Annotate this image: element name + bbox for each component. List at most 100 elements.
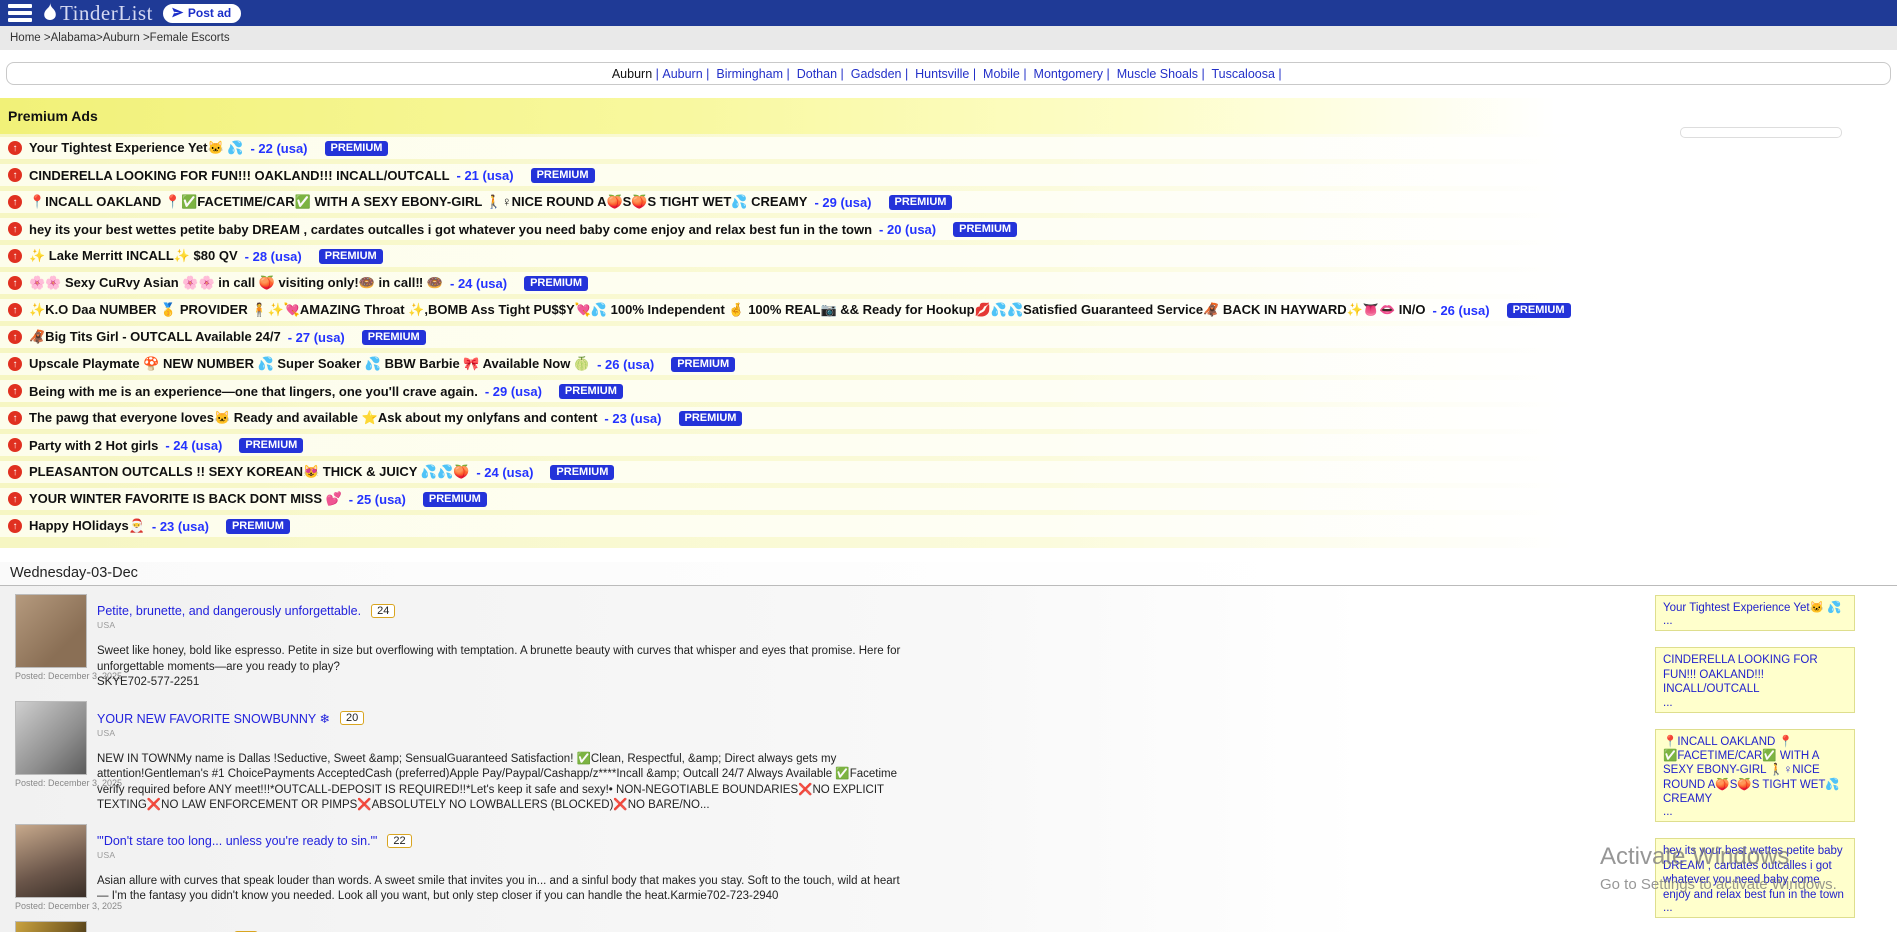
- premium-badge: PREMIUM: [319, 249, 383, 264]
- listing-description: Asian allure with curves that speak loud…: [97, 874, 907, 905]
- premium-ad-age: - 24 (usa): [165, 438, 222, 453]
- premium-ad-title[interactable]: Happy HOlidays🎅: [29, 518, 145, 534]
- sidebar-ad-box[interactable]: Your Tightest Experience Yet🐱 💦 ...: [1655, 595, 1855, 631]
- empty-input-box[interactable]: [1680, 127, 1842, 138]
- sidebar-ad-truncation: ...: [1663, 615, 1847, 627]
- premium-ad-row[interactable]: ↑ 🌸🌸 Sexy CuRvy Asian 🌸🌸 in call 🍑 visit…: [0, 272, 1897, 294]
- premium-badge: PREMIUM: [226, 519, 290, 534]
- up-arrow-icon: ↑: [8, 141, 22, 155]
- premium-ad-row[interactable]: ↑ CINDERELLA LOOKING FOR FUN!!! OAKLAND!…: [0, 164, 1897, 186]
- premium-ad-title[interactable]: PLEASANTON OUTCALLS !! SEXY KOREAN😻 THIC…: [29, 464, 469, 480]
- up-arrow-icon: ↑: [8, 492, 22, 506]
- city-link[interactable]: Dothan: [797, 67, 837, 81]
- city-current: Auburn: [612, 67, 652, 81]
- premium-ad-row[interactable]: ↑ Party with 2 Hot girls - 24 (usa) PREM…: [0, 434, 1897, 456]
- hamburger-menu-icon[interactable]: [8, 4, 32, 22]
- sidebar-ad-box[interactable]: CINDERELLA LOOKING FOR FUN!!! OAKLAND!!!…: [1655, 647, 1855, 712]
- listing-phone: SKYE702-577-2251: [97, 675, 907, 691]
- premium-ad-row[interactable]: ↑ Being with me is an experience—one tha…: [0, 380, 1897, 402]
- city-separator: |: [652, 67, 662, 81]
- premium-ad-row[interactable]: ↑ 🦧Big Tits Girl - OUTCALL Available 24/…: [0, 326, 1897, 348]
- premium-badge: PREMIUM: [362, 330, 426, 345]
- city-link[interactable]: Gadsden: [851, 67, 902, 81]
- premium-ad-row[interactable]: ↑ Upscale Playmate 🍄 NEW NUMBER 💦 Super …: [0, 353, 1897, 375]
- listing-title-link[interactable]: YOUR NEW FAVORITE SNOWBUNNY ❄: [97, 711, 330, 726]
- listing-country: USA: [97, 728, 907, 738]
- premium-ad-title[interactable]: Being with me is an experience—one that …: [29, 384, 478, 399]
- premium-ad-row[interactable]: ↑ hey its your best wettes petite baby D…: [0, 218, 1897, 240]
- sidebar-ad-truncation: ...: [1663, 902, 1847, 914]
- premium-ad-row[interactable]: ↑ 📍INCALL OAKLAND 📍✅FACETIME/CAR✅ WITH A…: [0, 191, 1897, 213]
- premium-badge: PREMIUM: [524, 276, 588, 291]
- premium-ad-title[interactable]: The pawg that everyone loves🐱 Ready and …: [29, 410, 597, 426]
- city-link[interactable]: Tuscaloosa: [1211, 67, 1274, 81]
- paper-plane-icon: [171, 6, 184, 19]
- premium-ad-title[interactable]: hey its your best wettes petite baby DRE…: [29, 222, 872, 237]
- listings-list: Posted: December 3, 2025 Petite, brunett…: [0, 594, 1897, 932]
- up-arrow-icon: ↑: [8, 168, 22, 182]
- listing-description: NEW IN TOWNMy name is Dallas !Seductive,…: [97, 752, 907, 814]
- sidebar-ad-title[interactable]: 📍INCALL OAKLAND 📍✅FACETIME/CAR✅ WITH A S…: [1663, 735, 1847, 807]
- city-link[interactable]: Auburn: [662, 67, 702, 81]
- premium-ad-title[interactable]: 🦧Big Tits Girl - OUTCALL Available 24/7: [29, 329, 281, 345]
- listing-age-badge: 20: [340, 711, 364, 725]
- premium-ad-title[interactable]: Upscale Playmate 🍄 NEW NUMBER 💦 Super So…: [29, 356, 590, 372]
- up-arrow-icon: ↑: [8, 276, 22, 290]
- premium-ad-row[interactable]: ↑ YOUR WINTER FAVORITE IS BACK DONT MISS…: [0, 488, 1897, 510]
- listing-item[interactable]: Posted: December 3, 2025 "'Don't stare t…: [0, 824, 1897, 911]
- premium-ad-title[interactable]: 📍INCALL OAKLAND 📍✅FACETIME/CAR✅ WITH A S…: [29, 194, 807, 210]
- sidebar-ad-box[interactable]: 📍INCALL OAKLAND 📍✅FACETIME/CAR✅ WITH A S…: [1655, 729, 1855, 823]
- listing-title-link[interactable]: "'Don't stare too long... unless you're …: [97, 834, 377, 848]
- up-arrow-icon: ↑: [8, 465, 22, 479]
- city-link[interactable]: Mobile: [983, 67, 1020, 81]
- premium-ad-title[interactable]: Party with 2 Hot girls: [29, 438, 158, 453]
- premium-ad-age: - 23 (usa): [152, 519, 209, 534]
- premium-ad-age: - 29 (usa): [814, 195, 871, 210]
- city-separator: |: [969, 67, 979, 81]
- listing-thumbnail[interactable]: [15, 701, 87, 775]
- city-separator: |: [1198, 67, 1208, 81]
- sidebar-ad-title[interactable]: Your Tightest Experience Yet🐱 💦: [1663, 601, 1847, 615]
- city-link[interactable]: Montgomery: [1034, 67, 1103, 81]
- premium-ad-title[interactable]: ✨ Lake Merritt INCALL✨ $80 QV: [29, 248, 238, 264]
- premium-ads-list: ↑ Your Tightest Experience Yet🐱 💦 - 22 (…: [0, 134, 1897, 548]
- premium-badge: PREMIUM: [325, 141, 389, 156]
- premium-ad-title[interactable]: Your Tightest Experience Yet🐱 💦: [29, 140, 243, 156]
- premium-badge: PREMIUM: [531, 168, 595, 183]
- premium-ad-row[interactable]: ↑ Happy HOlidays🎅 - 23 (usa) PREMIUM: [0, 515, 1897, 537]
- breadcrumb[interactable]: Home >Alabama>Auburn >Female Escorts: [0, 26, 1897, 50]
- premium-ad-age: - 23 (usa): [604, 411, 661, 426]
- city-link[interactable]: Birmingham: [716, 67, 783, 81]
- premium-ad-row[interactable]: ↑ ✨ Lake Merritt INCALL✨ $80 QV - 28 (us…: [0, 245, 1897, 267]
- premium-ad-title[interactable]: 🌸🌸 Sexy CuRvy Asian 🌸🌸 in call 🍑 visitin…: [29, 275, 443, 291]
- listing-posted-date: Posted: December 3, 2025: [15, 901, 87, 911]
- listing-thumbnail[interactable]: [15, 921, 87, 932]
- site-logo[interactable]: TinderList: [42, 1, 153, 26]
- premium-ad-row[interactable]: ↑ The pawg that everyone loves🐱 Ready an…: [0, 407, 1897, 429]
- premium-ads-section: Premium Ads ↑ Your Tightest Experience Y…: [0, 98, 1897, 548]
- premium-ad-age: - 24 (usa): [450, 276, 507, 291]
- listing-posted-date: Posted: December 3, 2025: [15, 671, 87, 681]
- listing-title-link[interactable]: Petite, brunette, and dangerously unforg…: [97, 604, 361, 618]
- sidebar-ad-title[interactable]: CINDERELLA LOOKING FOR FUN!!! OAKLAND!!!…: [1663, 653, 1847, 696]
- city-link[interactable]: Huntsville: [915, 67, 969, 81]
- premium-ad-row[interactable]: ↑ ✨K.O Daa NUMBER 🥇 PROVIDER 🧍✨💘AMAZING …: [0, 299, 1897, 321]
- premium-ad-row[interactable]: ↑ PLEASANTON OUTCALLS !! SEXY KOREAN😻 TH…: [0, 461, 1897, 483]
- sidebar-ad-title[interactable]: hey its your best wettes petite baby DRE…: [1663, 844, 1847, 902]
- premium-ad-title[interactable]: CINDERELLA LOOKING FOR FUN!!! OAKLAND!!!…: [29, 168, 450, 183]
- premium-ad-age: - 20 (usa): [879, 222, 936, 237]
- listing-item[interactable]: A lady for all occasions 38 USA: [0, 921, 1897, 932]
- post-ad-button[interactable]: Post ad: [163, 4, 241, 23]
- premium-ad-title[interactable]: ✨K.O Daa NUMBER 🥇 PROVIDER 🧍✨💘AMAZING Th…: [29, 302, 1426, 318]
- listing-item[interactable]: Posted: December 3, 2025 Petite, brunett…: [0, 594, 1897, 691]
- listing-thumbnail[interactable]: [15, 824, 87, 898]
- listing-thumbnail[interactable]: [15, 594, 87, 668]
- premium-ad-title[interactable]: YOUR WINTER FAVORITE IS BACK DONT MISS 💕: [29, 491, 342, 507]
- premium-ad-row[interactable]: ↑ Your Tightest Experience Yet🐱 💦 - 22 (…: [0, 137, 1897, 159]
- sidebar-ad-box[interactable]: hey its your best wettes petite baby DRE…: [1655, 838, 1855, 918]
- listing-item[interactable]: Posted: December 3, 2025 YOUR NEW FAVORI…: [0, 701, 1897, 814]
- city-link[interactable]: Muscle Shoals: [1117, 67, 1198, 81]
- city-separator: |: [1275, 67, 1285, 81]
- premium-ad-age: - 21 (usa): [457, 168, 514, 183]
- listing-country: USA: [97, 620, 907, 630]
